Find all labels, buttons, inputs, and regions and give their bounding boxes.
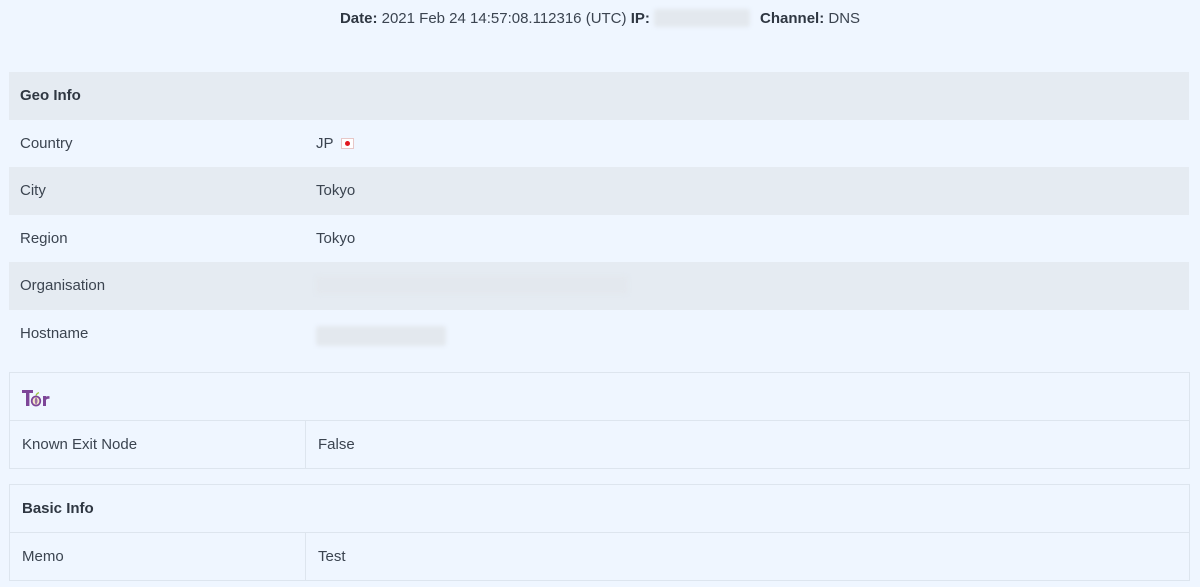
country-value-cell: JP: [316, 120, 354, 168]
known-exit-node-label: Known Exit Node: [22, 436, 138, 453]
table-row-known-exit-node: Known Exit Node False: [10, 420, 1189, 468]
region-value: Tokyo: [316, 229, 356, 247]
table-row-city: City Tokyo: [9, 167, 1189, 215]
hostname-value-redacted: [316, 325, 446, 346]
tor-logo-icon: [22, 390, 50, 407]
ip-value-redacted: [653, 9, 750, 28]
date-label: Date:: [339, 10, 378, 27]
organisation-label: Organisation: [20, 277, 106, 294]
geo-info-heading-row: Geo Info: [9, 72, 1189, 120]
country-label: Country: [20, 134, 73, 152]
geo-info-table: Geo Info Country JP City Tokyo Region To…: [9, 72, 1189, 357]
basic-info-table: Basic Info Memo Test: [9, 484, 1190, 581]
city-label: City: [20, 182, 46, 199]
table-row-organisation: Organisation: [9, 262, 1189, 310]
basic-info-heading-row: Basic Info: [10, 485, 1189, 532]
region-label: Region: [20, 229, 68, 247]
column-divider: [305, 421, 306, 468]
table-row-region: Region Tokyo: [9, 214, 1189, 262]
hostname-label: Hostname: [20, 324, 89, 342]
ip-label: IP:: [630, 10, 650, 27]
channel-label: Channel:: [760, 10, 825, 27]
date-value: 2021 Feb 24 14:57:08.112316 (UTC): [381, 10, 627, 27]
table-row-memo: Memo Test: [10, 532, 1189, 580]
japan-flag-icon: [340, 138, 354, 150]
table-row-hostname: Hostname: [9, 309, 1189, 358]
tor-heading-row: [10, 373, 1189, 420]
organisation-value-cell: [316, 262, 628, 310]
basic-info-heading: Basic Info: [22, 500, 94, 517]
memo-value: Test: [318, 548, 346, 565]
geo-info-heading: Geo Info: [20, 87, 81, 104]
known-exit-node-value: False: [318, 436, 355, 453]
tor-info-table: Known Exit Node False: [9, 372, 1190, 469]
hostname-value-cell: [316, 310, 446, 358]
city-value: Tokyo: [316, 182, 356, 199]
column-divider: [305, 533, 306, 580]
memo-label: Memo: [22, 548, 64, 565]
table-row-country: Country JP: [9, 119, 1189, 168]
country-value: JP: [316, 134, 334, 152]
request-summary-header: Date: 2021 Feb 24 14:57:08.112316 (UTC) …: [0, 0, 1200, 38]
channel-value: DNS: [828, 10, 861, 27]
organisation-value-redacted: [316, 276, 628, 295]
